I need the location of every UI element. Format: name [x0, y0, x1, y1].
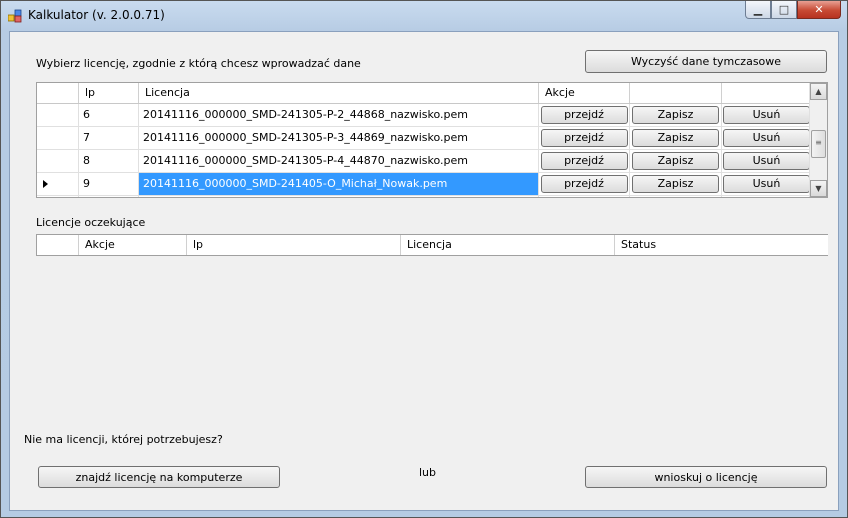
- delete-button[interactable]: Usuń: [723, 152, 810, 170]
- pending-row-header-column: [37, 235, 79, 255]
- cell-lp[interactable]: 6: [79, 104, 139, 126]
- title-bar[interactable]: Kalkulator (v. 2.0.0.71) ▁ □ ✕: [1, 1, 847, 31]
- table-row[interactable]: 6 20141116_000000_SMD-241305-P-2_44868_na…: [37, 104, 812, 127]
- row-header[interactable]: [37, 150, 79, 172]
- scroll-up-button[interactable]: ▲: [810, 83, 827, 100]
- row-header[interactable]: [37, 127, 79, 149]
- go-button[interactable]: przejdź: [540, 106, 628, 124]
- cell-save: Zapisz: [630, 196, 722, 197]
- or-label: lub: [419, 466, 437, 479]
- close-icon: ✕: [814, 3, 824, 16]
- pending-licenses-grid: Akcje lp Licencja Status: [36, 234, 828, 256]
- table-row[interactable]: 9 20141116_000000_SMD-241405-O_Michał_Now…: [37, 173, 812, 196]
- licenses-grid: lp Licencja Akcje 6 20141116_000000_SMD-2…: [36, 82, 828, 198]
- cell-lp[interactable]: 7: [79, 127, 139, 149]
- column-akcje-2: [630, 83, 722, 103]
- column-licencja[interactable]: Licencja: [139, 83, 539, 103]
- save-button[interactable]: Zapisz: [632, 175, 719, 193]
- cell-lp[interactable]: 10: [79, 196, 139, 197]
- pending-column-status[interactable]: Status: [615, 235, 827, 255]
- table-row[interactable]: 1020141116_000000_SMD-247304-P-Tefer_San…: [37, 196, 812, 197]
- row-header-column: [37, 83, 79, 103]
- go-button[interactable]: przejdź: [540, 152, 628, 170]
- row-header[interactable]: [37, 196, 79, 197]
- cell-go: przejdź: [539, 196, 630, 197]
- scroll-up-icon: ▲: [815, 87, 822, 96]
- cell-go: przejdź: [539, 173, 630, 195]
- window-title: Kalkulator (v. 2.0.0.71): [28, 8, 165, 22]
- cell-delete: Usuń: [722, 104, 812, 126]
- maximize-icon: □: [778, 3, 790, 16]
- go-button[interactable]: przejdź: [540, 129, 628, 147]
- delete-button[interactable]: Usuń: [723, 106, 810, 124]
- pending-licenses-label: Licencje oczekujące: [36, 216, 146, 229]
- current-row-icon: [43, 180, 48, 188]
- save-button[interactable]: Zapisz: [632, 106, 719, 124]
- thumb-grip-icon: ≡: [815, 138, 822, 147]
- cell-save: Zapisz: [630, 150, 722, 172]
- cell-lp[interactable]: 8: [79, 150, 139, 172]
- find-license-button[interactable]: znajdź licencję na komputerze: [38, 466, 280, 488]
- licenses-scrollbar[interactable]: ▲ ≡ ▼: [809, 83, 827, 197]
- scroll-down-icon: ▼: [815, 184, 822, 193]
- client-area: Wybierz licencję, zgodnie z którą chcesz…: [9, 31, 839, 511]
- close-button[interactable]: ✕: [797, 1, 841, 19]
- table-row[interactable]: 7 20141116_000000_SMD-241305-P-3_44869_na…: [37, 127, 812, 150]
- app-icon: [8, 9, 22, 23]
- cell-delete: Usuń: [722, 173, 812, 195]
- clear-temp-data-button[interactable]: Wyczyść dane tymczasowe: [585, 50, 827, 73]
- delete-button[interactable]: Usuń: [723, 175, 810, 193]
- save-button[interactable]: Zapisz: [632, 129, 719, 147]
- cell-go: przejdź: [539, 150, 630, 172]
- scroll-thumb[interactable]: ≡: [811, 130, 826, 158]
- column-lp[interactable]: lp: [79, 83, 139, 103]
- cell-delete: Usuń: [722, 196, 812, 197]
- cell-go: przejdź: [539, 104, 630, 126]
- scroll-down-button[interactable]: ▼: [810, 180, 827, 197]
- window-frame: Kalkulator (v. 2.0.0.71) ▁ □ ✕ Wybierz l…: [0, 0, 848, 518]
- cell-license-file[interactable]: 20141116_000000_SMD-241305-P-3_44869_naz…: [139, 127, 539, 149]
- cell-save: Zapisz: [630, 104, 722, 126]
- caption-buttons: ▁ □ ✕: [745, 1, 841, 21]
- row-header[interactable]: [37, 104, 79, 126]
- delete-button[interactable]: Usuń: [723, 129, 810, 147]
- cell-license-file[interactable]: 20141116_000000_SMD-241405-O_Michał_Nowa…: [139, 173, 539, 195]
- cell-save: Zapisz: [630, 127, 722, 149]
- cell-go: przejdź: [539, 127, 630, 149]
- minimize-icon: ▁: [753, 3, 763, 16]
- pending-column-licencja[interactable]: Licencja: [401, 235, 615, 255]
- cell-license-file[interactable]: 20141116_000000_SMD-247304-P-Tefer_Sanns…: [139, 196, 539, 197]
- pending-column-lp[interactable]: lp: [187, 235, 401, 255]
- row-header[interactable]: [37, 173, 79, 195]
- request-license-button[interactable]: wnioskuj o licencję: [585, 466, 827, 488]
- missing-license-question: Nie ma licencji, której potrzebujesz?: [24, 433, 223, 446]
- cell-delete: Usuń: [722, 127, 812, 149]
- cell-license-file[interactable]: 20141116_000000_SMD-241305-P-2_44868_naz…: [139, 104, 539, 126]
- table-row[interactable]: 8 20141116_000000_SMD-241305-P-4_44870_na…: [37, 150, 812, 173]
- pending-grid-header: Akcje lp Licencja Status: [37, 235, 828, 255]
- maximize-button[interactable]: □: [771, 1, 797, 19]
- column-akcje-3: [722, 83, 812, 103]
- cell-delete: Usuń: [722, 150, 812, 172]
- minimize-button[interactable]: ▁: [745, 1, 771, 19]
- cell-save: Zapisz: [630, 173, 722, 195]
- save-button[interactable]: Zapisz: [632, 152, 719, 170]
- cell-lp[interactable]: 9: [79, 173, 139, 195]
- go-button[interactable]: przejdź: [540, 175, 628, 193]
- pending-column-akcje[interactable]: Akcje: [79, 235, 187, 255]
- licenses-grid-header: lp Licencja Akcje: [37, 83, 812, 104]
- license-prompt-label: Wybierz licencję, zgodnie z którą chcesz…: [36, 57, 361, 70]
- cell-license-file[interactable]: 20141116_000000_SMD-241305-P-4_44870_naz…: [139, 150, 539, 172]
- column-akcje[interactable]: Akcje: [539, 83, 630, 103]
